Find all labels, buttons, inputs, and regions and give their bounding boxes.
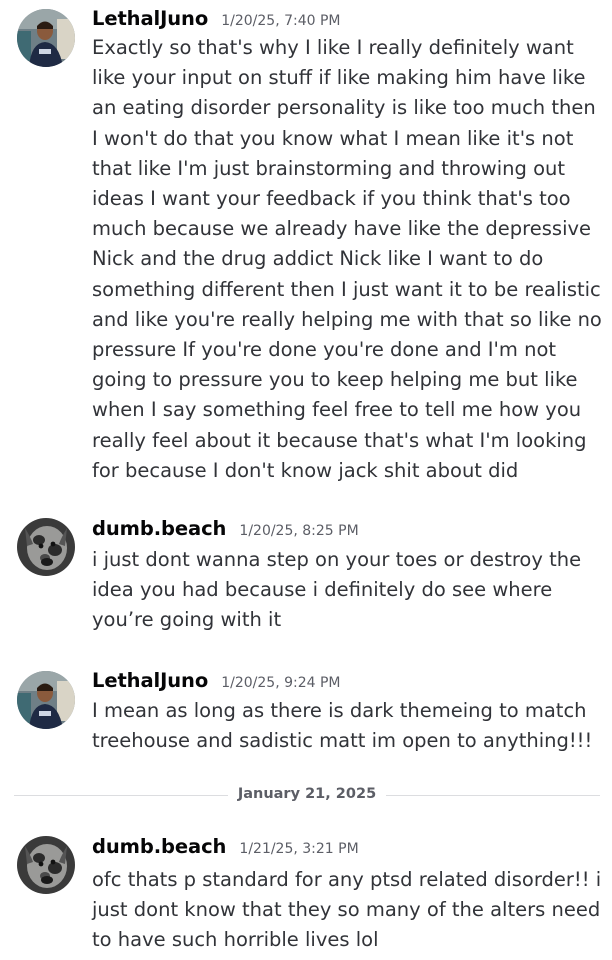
message-line: pressure If you're done you're done and … <box>92 338 557 362</box>
username[interactable]: dumb.beach <box>92 835 226 858</box>
message-line: something different then I just want it … <box>92 277 601 301</box>
message-line: that like I'm just brainstorming and thr… <box>92 156 566 180</box>
message-content: I mean as long as there is dark themeing… <box>92 696 600 756</box>
message-line: when I say something feel free to tell m… <box>92 398 582 422</box>
dumbbeach-avatar-image <box>17 518 75 576</box>
username[interactable]: LethalJuno <box>92 7 208 30</box>
message-content: i just dont wanna step on your toes or d… <box>92 545 600 636</box>
message-header: LethalJuno 1/20/25, 9:24 PM <box>92 669 341 692</box>
lethaljuno-avatar-image <box>17 671 75 729</box>
message-header: LethalJuno 1/20/25, 7:40 PM <box>92 7 341 30</box>
user-avatar[interactable] <box>17 518 75 576</box>
message-header: dumb.beach 1/20/25, 8:25 PM <box>92 517 359 540</box>
timestamp: 1/20/25, 9:24 PM <box>221 675 341 691</box>
divider-line <box>386 795 600 796</box>
timestamp: 1/21/25, 3:21 PM <box>239 841 359 857</box>
message-line: ofc thats p standard for any ptsd relate… <box>92 868 602 891</box>
message-line: Nick and the drug addict Nick like I wan… <box>92 247 544 271</box>
username[interactable]: LethalJuno <box>92 669 208 692</box>
user-avatar[interactable] <box>17 671 75 729</box>
message-line: to have such horrible lives lol <box>92 928 379 952</box>
message-line: idea you had because i definitely do see… <box>92 578 553 602</box>
message-header: dumb.beach 1/21/25, 3:21 PM <box>92 835 359 858</box>
user-avatar[interactable] <box>17 9 75 67</box>
message-line: going to pressure you to keep helping me… <box>92 368 578 392</box>
message-line: you’re going with it <box>92 608 282 632</box>
message-line: an eating disorder personality is like t… <box>92 96 596 120</box>
message-content: Exactly so that's why I like I really de… <box>92 33 602 486</box>
timestamp: 1/20/25, 8:25 PM <box>239 523 359 539</box>
lethaljuno-avatar-image <box>17 9 75 67</box>
divider-date: January 21, 2025 <box>237 786 377 802</box>
message-line: much because we already have like the de… <box>92 217 592 241</box>
message-line: treehouse and sadistic matt im open to a… <box>92 729 593 753</box>
message-line: just dont know that they so many of the … <box>92 898 601 922</box>
message-line: like your input on stuff if like making … <box>92 66 586 90</box>
message-line: and like you're really helping me with t… <box>92 307 602 331</box>
message-line: for because I don't know jack shit about… <box>92 458 519 482</box>
username[interactable]: dumb.beach <box>92 517 226 540</box>
message-line: I won't do that you know what I mean lik… <box>92 126 574 150</box>
message-line: ideas I want your feedback if you think … <box>92 187 571 211</box>
timestamp: 1/20/25, 7:40 PM <box>221 13 341 29</box>
message-line: really feel about it because that's what… <box>92 428 587 452</box>
message-line: Exactly so that's why I like I really de… <box>92 36 574 59</box>
date-divider: January 21, 2025 <box>14 785 600 807</box>
message-line: I mean as long as there is dark themeing… <box>92 699 587 722</box>
user-avatar[interactable] <box>17 836 75 894</box>
message-content: ofc thats p standard for any ptsd relate… <box>92 865 602 956</box>
message-line: i just dont wanna step on your toes or d… <box>92 548 582 571</box>
dumbbeach-avatar-image <box>17 836 75 894</box>
